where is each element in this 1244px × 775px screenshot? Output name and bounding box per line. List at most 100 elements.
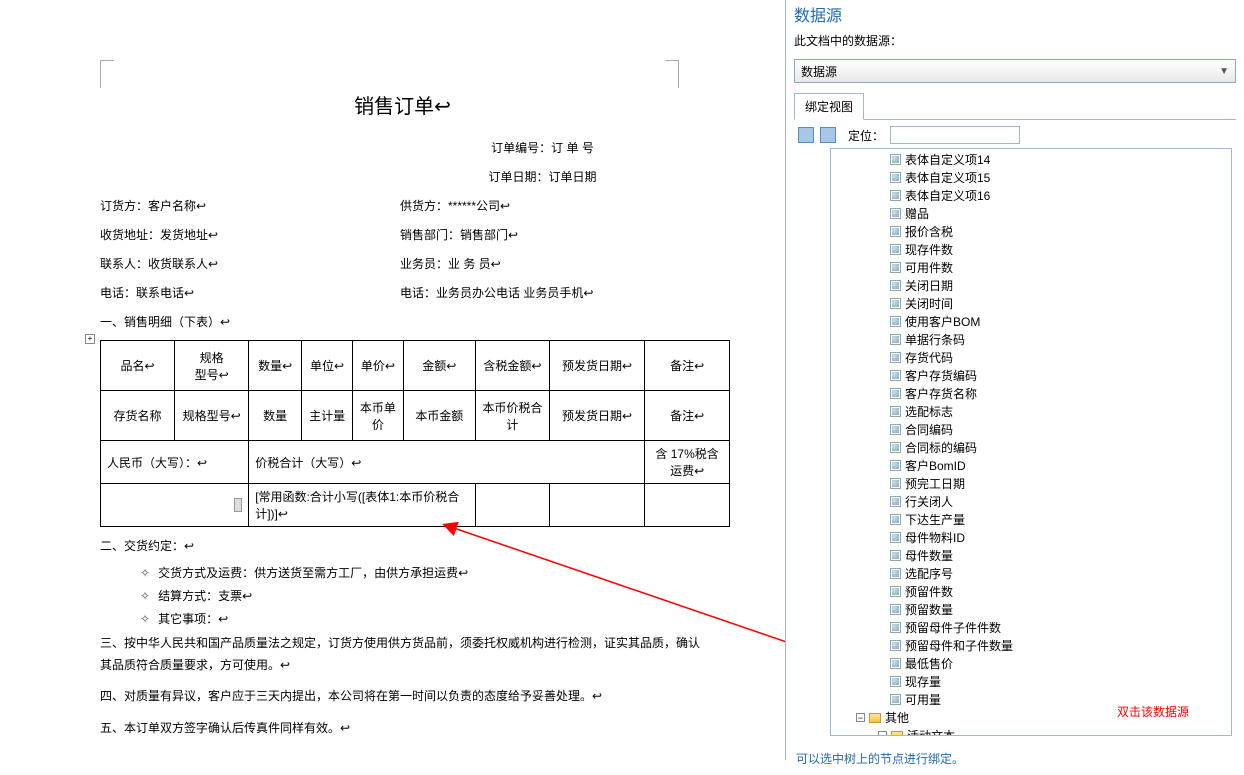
file-icon — [890, 334, 901, 345]
tree-item[interactable]: 可用件数 — [886, 259, 1231, 277]
tab-strip: 绑定视图 — [794, 93, 1236, 120]
toolbar-icon-2[interactable] — [820, 127, 836, 143]
tree-toolbar: 定位： — [798, 126, 1232, 144]
tree-item[interactable]: 预留母件子件件数 — [886, 619, 1231, 637]
section-detail-heading: 一、销售明细（下表）↩ — [100, 313, 705, 330]
phone: 电话：联系电话↩ — [100, 284, 400, 301]
tree-item[interactable]: 合同标的编码 — [886, 439, 1231, 457]
tree-item[interactable]: 选配序号 — [886, 565, 1231, 583]
field-handle-icon[interactable] — [234, 498, 242, 512]
file-icon — [890, 280, 901, 291]
collapse-icon[interactable]: − — [856, 713, 865, 722]
tree-item[interactable]: 预完工日期 — [886, 475, 1231, 493]
file-icon — [890, 154, 901, 165]
locator-input[interactable] — [890, 126, 1020, 144]
toolbar-icon-1[interactable] — [798, 127, 814, 143]
tree-item[interactable]: 预留件数 — [886, 583, 1231, 601]
locator-label: 定位： — [848, 127, 884, 144]
tree-view[interactable]: 表体自定义项14表体自定义项15表体自定义项16赠品报价含税现存件数可用件数关闭… — [830, 148, 1232, 736]
cell-spec: 规格型号↩ — [175, 391, 249, 441]
cell-invname: 存货名称 — [101, 391, 175, 441]
file-icon — [890, 676, 901, 687]
tree-item[interactable]: 单据行条码 — [886, 331, 1231, 349]
th-unit: 单位↩ — [302, 341, 353, 391]
combo-label: 数据源 — [801, 63, 837, 80]
phone-2: 电话：业务员办公电话 业务员手机↩ — [400, 284, 700, 301]
file-icon — [890, 190, 901, 201]
panel-description: 此文档中的数据源： — [786, 30, 1244, 59]
tree-item[interactable]: 表体自定义项14 — [886, 151, 1231, 169]
file-icon — [890, 658, 901, 669]
file-icon — [890, 586, 901, 597]
tree-item[interactable]: 合同编码 — [886, 421, 1231, 439]
file-icon — [890, 604, 901, 615]
cell-unit: 主计量 — [302, 391, 353, 441]
salesman: 业务员：业 务 员↩ — [400, 255, 700, 272]
cell-amount: 本币金额 — [403, 391, 475, 441]
section-delivery-heading: 二、交货约定：↩ — [100, 537, 705, 554]
cell-tax-freight: 含 17%税含运费↩ — [645, 441, 730, 484]
collapse-icon[interactable]: − — [878, 731, 887, 736]
tree-item[interactable]: 母件物料ID — [886, 529, 1231, 547]
file-icon — [890, 496, 901, 507]
file-icon — [890, 208, 901, 219]
file-icon — [890, 352, 901, 363]
tree-item[interactable]: 报价含税 — [886, 223, 1231, 241]
cell-shipdate: 预发货日期↩ — [549, 391, 644, 441]
bullet-other: 其它事项：↩ — [100, 610, 705, 627]
tree-item[interactable]: 使用客户BOM — [886, 313, 1231, 331]
file-icon — [890, 514, 901, 525]
contact: 联系人：收货联系人↩ — [100, 255, 400, 272]
file-icon — [890, 226, 901, 237]
tree-item[interactable]: 最低售价 — [886, 655, 1231, 673]
folder-icon — [869, 713, 881, 723]
tree-item[interactable]: 客户存货名称 — [886, 385, 1231, 403]
tree-item[interactable]: 关闭时间 — [886, 295, 1231, 313]
cell-empty-1 — [475, 484, 549, 527]
file-icon — [890, 622, 901, 633]
cell-qty: 数量 — [249, 391, 302, 441]
tree-item[interactable]: 客户BomID — [886, 457, 1231, 475]
tree-item[interactable]: 现存量 — [886, 673, 1231, 691]
tree-item[interactable]: 客户存货编码 — [886, 367, 1231, 385]
document-canvas: 销售订单↩ 订单编号：订 单 号 订单日期：订单日期 订货方：客户名称↩供货方：… — [0, 0, 785, 760]
tree-item[interactable]: 下达生产量 — [886, 511, 1231, 529]
file-icon — [890, 388, 901, 399]
tree-item[interactable]: 关闭日期 — [886, 277, 1231, 295]
th-shipdate: 预发货日期↩ — [549, 341, 644, 391]
ship-address: 收货地址：发货地址↩ — [100, 226, 400, 243]
ruler-bracket-left — [100, 60, 114, 88]
tree-item[interactable]: 赠品 — [886, 205, 1231, 223]
tree-item[interactable]: 母件数量 — [886, 547, 1231, 565]
tree-item[interactable]: 表体自定义项16 — [886, 187, 1231, 205]
file-icon — [890, 694, 901, 705]
tree-item[interactable]: 预留母件和子件数量 — [886, 637, 1231, 655]
tree-item[interactable]: 存货代码 — [886, 349, 1231, 367]
chevron-down-icon: ▼ — [1219, 66, 1229, 77]
footer-hint: 可以选中树上的节点进行绑定。 — [786, 742, 1244, 775]
cell-rmb-upper: 人民币（大写）：↩ — [101, 441, 249, 484]
cell-price: 本币单价 — [352, 391, 403, 441]
tree-folder-active-text[interactable]: −活动文本 — [874, 727, 1231, 736]
cell-func-left[interactable] — [101, 484, 249, 527]
datasource-combo[interactable]: 数据源 ▼ — [794, 59, 1236, 83]
th-spec: 规格 型号↩ — [175, 341, 249, 391]
file-icon — [890, 262, 901, 273]
supply-party: 供货方：******公司↩ — [400, 197, 700, 214]
tree-item[interactable]: 行关闭人 — [886, 493, 1231, 511]
file-icon — [890, 442, 901, 453]
cell-func-content[interactable]: [常用函数:合计小写([表体1:本币价税合计])]↩ — [249, 484, 476, 527]
table-anchor-icon[interactable]: + — [85, 334, 95, 344]
th-amount: 金额↩ — [403, 341, 475, 391]
tree-item[interactable]: 现存件数 — [886, 241, 1231, 259]
tree-item[interactable]: 预留数量 — [886, 601, 1231, 619]
tree-item[interactable]: 选配标志 — [886, 403, 1231, 421]
annotation-text: 双击该数据源 — [1117, 703, 1189, 720]
th-name: 品名↩ — [101, 341, 175, 391]
file-icon — [890, 316, 901, 327]
tree-item[interactable]: 表体自定义项15 — [886, 169, 1231, 187]
file-icon — [890, 172, 901, 183]
cell-taxamount: 本币价税合计 — [475, 391, 549, 441]
detail-table: 品名↩ 规格 型号↩ 数量↩ 单位↩ 单价↩ 金额↩ 含税金额↩ 预发货日期↩ … — [100, 340, 730, 527]
tab-binding-view[interactable]: 绑定视图 — [794, 93, 864, 120]
